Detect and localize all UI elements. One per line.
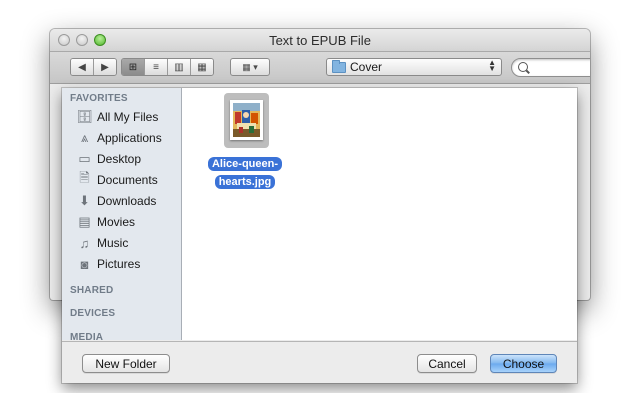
sidebar-item-label: Applications — [97, 131, 162, 145]
open-panel: FAVORITES 🗄 All My Files ⩓ Applications … — [62, 88, 577, 383]
file-name-line-2: hearts.jpg — [214, 175, 276, 189]
sidebar-item-desktop[interactable]: ▭ Desktop — [76, 149, 176, 169]
sidebar-item-movies[interactable]: ▤ Movies — [76, 212, 176, 232]
sidebar-item-label: Documents — [97, 173, 158, 187]
back-button[interactable]: ◀ — [71, 59, 94, 75]
pictures-icon: ◙ — [80, 256, 89, 272]
documents-icon: 🗎 — [79, 170, 90, 185]
file-item[interactable]: Alice-queen- hearts.jpg — [203, 93, 287, 193]
chevron-right-icon: ▶ — [101, 61, 109, 73]
column-view-icon: ▥ — [174, 61, 184, 73]
movies-icon: ▤ — [78, 214, 91, 229]
desktop-icon: ▭ — [78, 151, 91, 166]
file-selection-highlight — [224, 93, 269, 148]
applications-icon: ⩓ — [80, 130, 89, 145]
path-popup[interactable]: Cover ▲ ▼ — [326, 58, 502, 76]
back-forward-control: ◀ ▶ — [70, 58, 117, 76]
downloads-icon: ⬇ — [79, 193, 90, 208]
sidebar-header-shared[interactable]: SHARED — [70, 285, 113, 296]
cover-flow-button[interactable]: ▦ — [191, 59, 213, 75]
button-bar: New Folder Cancel Choose — [62, 341, 577, 383]
window-title: Text to EPUB File — [269, 33, 371, 48]
file-name-label[interactable]: Alice-queen- hearts.jpg — [203, 154, 287, 190]
sidebar-item-label: Desktop — [97, 152, 142, 166]
new-folder-button[interactable]: New Folder — [82, 354, 170, 373]
column-view-button[interactable]: ▥ — [168, 59, 191, 75]
sidebar-item-label: Music — [97, 236, 129, 250]
list-view-icon: ≡ — [153, 61, 159, 73]
sidebar-item-music[interactable]: ♫ Music — [76, 233, 176, 253]
music-icon: ♫ — [79, 235, 90, 251]
popup-arrows-icon: ▲ ▼ — [488, 58, 496, 73]
title-bar: Text to EPUB File — [50, 29, 590, 52]
file-browser[interactable]: Alice-queen- hearts.jpg — [182, 88, 577, 340]
sidebar-item-label: All My Files — [97, 110, 159, 124]
forward-button[interactable]: ▶ — [94, 59, 116, 75]
sidebar-item-documents[interactable]: 🗎 Documents — [76, 170, 176, 190]
folder-icon — [332, 59, 346, 73]
arrange-button[interactable]: ▦ ▾ — [230, 58, 270, 76]
arrange-grid-icon: ▦ ▾ — [242, 61, 258, 72]
chevron-left-icon: ◀ — [78, 61, 86, 73]
sidebar-item-applications[interactable]: ⩓ Applications — [76, 128, 176, 148]
sidebar-header-favorites: FAVORITES — [70, 93, 128, 104]
sidebar-item-pictures[interactable]: ◙ Pictures — [76, 254, 176, 274]
search-field[interactable] — [511, 58, 590, 77]
all-files-icon: 🗄 — [76, 109, 93, 124]
path-label: Cover — [350, 60, 383, 74]
sidebar-item-all-my-files[interactable]: 🗄 All My Files — [76, 107, 176, 127]
sidebar-item-downloads[interactable]: ⬇ Downloads — [76, 191, 176, 211]
toolbar: ◀ ▶ ⊞ ≡ ▥ ▦ ▦ ▾ Cover ▲ ▼ — [50, 52, 590, 84]
search-input[interactable] — [532, 60, 590, 74]
thumbnail-art — [233, 103, 260, 137]
sidebar-header-media[interactable]: MEDIA — [70, 332, 103, 340]
sidebar: FAVORITES 🗄 All My Files ⩓ Applications … — [62, 88, 182, 340]
view-mode-control: ⊞ ≡ ▥ ▦ — [121, 58, 214, 76]
icon-view-button[interactable]: ⊞ — [122, 59, 145, 75]
sidebar-item-label: Downloads — [97, 194, 157, 208]
sidebar-item-label: Pictures — [97, 257, 141, 271]
cover-flow-icon: ▦ — [197, 61, 207, 73]
choose-button[interactable]: Choose — [490, 354, 557, 373]
list-view-button[interactable]: ≡ — [145, 59, 168, 75]
sidebar-header-devices[interactable]: DEVICES — [70, 308, 115, 319]
file-name-line-1: Alice-queen- — [207, 157, 282, 171]
cancel-button[interactable]: Cancel — [417, 354, 477, 373]
sidebar-item-label: Movies — [97, 215, 136, 229]
icon-view-icon: ⊞ — [128, 61, 138, 73]
image-thumbnail — [230, 100, 263, 140]
search-icon — [518, 62, 528, 72]
